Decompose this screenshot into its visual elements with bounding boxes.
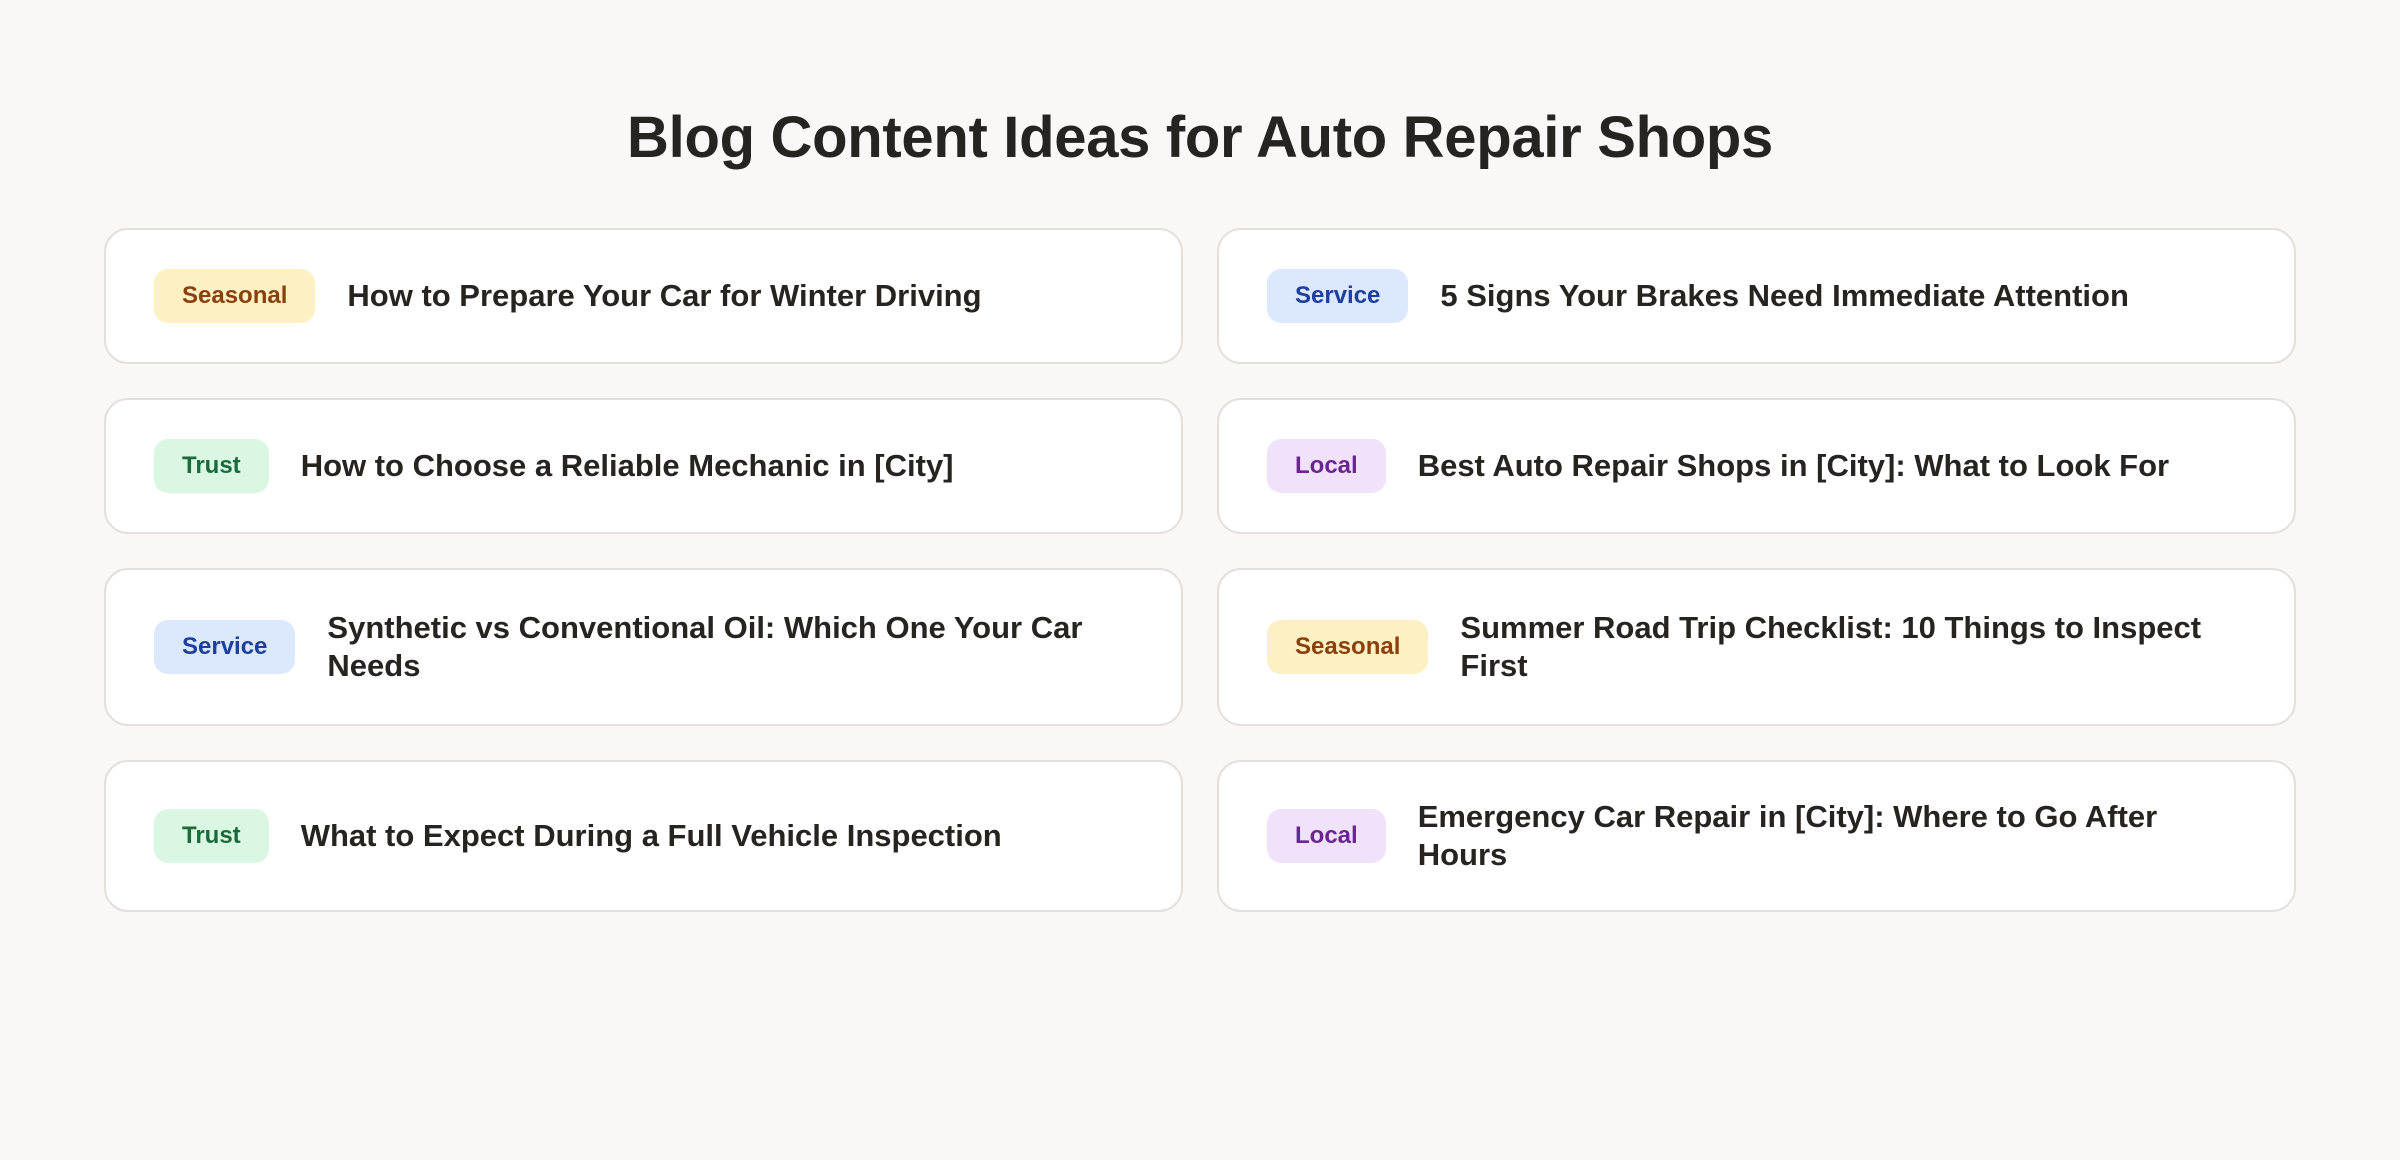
category-badge-trust: Trust: [154, 809, 269, 863]
ideas-grid: Seasonal How to Prepare Your Car for Win…: [104, 228, 2296, 912]
idea-card[interactable]: Local Best Auto Repair Shops in [City]: …: [1217, 398, 2296, 534]
category-badge-trust: Trust: [154, 439, 269, 493]
category-badge-local: Local: [1267, 439, 1386, 493]
idea-title: Emergency Car Repair in [City]: Where to…: [1417, 799, 2158, 872]
category-badge-service: Service: [154, 620, 296, 674]
idea-title: How to Choose a Reliable Mechanic in [Ci…: [300, 448, 954, 483]
idea-card[interactable]: Service 5 Signs Your Brakes Need Immedia…: [1217, 228, 2296, 364]
idea-title: Best Auto Repair Shops in [City]: What t…: [1417, 448, 2170, 483]
idea-card[interactable]: Trust How to Choose a Reliable Mechanic …: [104, 398, 1183, 534]
category-badge-service: Service: [1267, 269, 1409, 323]
idea-card[interactable]: Service Synthetic vs Conventional Oil: W…: [104, 568, 1183, 726]
idea-title: 5 Signs Your Brakes Need Immediate Atten…: [1440, 278, 2129, 313]
idea-title: How to Prepare Your Car for Winter Drivi…: [347, 278, 982, 313]
idea-card[interactable]: Seasonal How to Prepare Your Car for Win…: [104, 228, 1183, 364]
page-title: Blog Content Ideas for Auto Repair Shops: [627, 105, 1773, 170]
category-badge-seasonal: Seasonal: [154, 269, 316, 323]
idea-title: What to Expect During a Full Vehicle Ins…: [300, 818, 1002, 853]
idea-title: Summer Road Trip Checklist: 10 Things to…: [1460, 610, 2202, 683]
idea-card[interactable]: Local Emergency Car Repair in [City]: Wh…: [1217, 760, 2296, 912]
category-badge-local: Local: [1267, 809, 1386, 863]
category-badge-seasonal: Seasonal: [1267, 620, 1429, 674]
idea-title: Synthetic vs Conventional Oil: Which One…: [327, 610, 1083, 683]
idea-card[interactable]: Seasonal Summer Road Trip Checklist: 10 …: [1217, 568, 2296, 726]
idea-card[interactable]: Trust What to Expect During a Full Vehic…: [104, 760, 1183, 912]
